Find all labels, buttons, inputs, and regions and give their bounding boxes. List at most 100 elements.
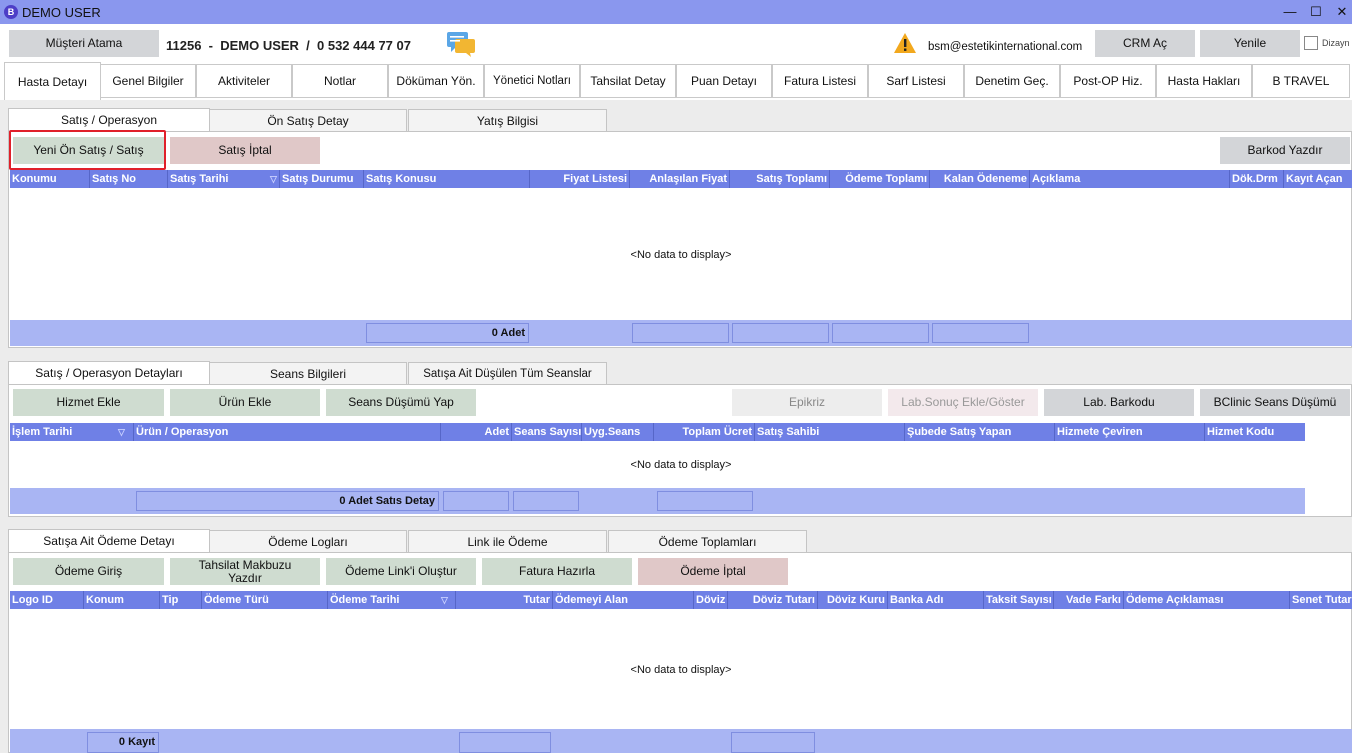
lab-result-button[interactable]: Lab.Sonuç Ekle/Göster xyxy=(888,389,1038,416)
column-header[interactable]: Banka Adı xyxy=(888,591,984,609)
tab-hasta-detayi[interactable]: Hasta Detayı xyxy=(4,62,101,100)
column-header[interactable]: İşlem Tarihi ▽ xyxy=(10,423,134,441)
cancel-sale-button[interactable]: Satış İptal xyxy=(170,137,320,164)
add-service-button[interactable]: Hizmet Ekle xyxy=(13,389,164,416)
column-header-label: Ödeme Tarihi xyxy=(330,594,400,606)
column-header[interactable]: Fiyat Listesi xyxy=(530,170,630,188)
tab-hasta-haklari[interactable]: Hasta Hakları xyxy=(1156,64,1252,98)
tab-dusulen-seanslar[interactable]: Satışa Ait Düşülen Tüm Seanslar xyxy=(408,362,607,385)
add-product-button[interactable]: Ürün Ekle xyxy=(170,389,320,416)
filter-icon[interactable]: ▽ xyxy=(441,591,448,609)
tab-aktiviteler[interactable]: Aktiviteler xyxy=(196,64,292,98)
tab-puan-detayi[interactable]: Puan Detayı xyxy=(676,64,772,98)
maximize-icon[interactable]: ☐ xyxy=(1305,2,1327,22)
column-header[interactable]: Kalan Ödeneme xyxy=(930,170,1030,188)
footer-summary-cell xyxy=(731,732,815,753)
crm-open-button[interactable]: CRM Aç xyxy=(1095,30,1195,57)
column-header[interactable]: Satış Tarihi ▽ xyxy=(168,170,280,188)
lab-barcode-button[interactable]: Lab. Barkodu xyxy=(1044,389,1194,416)
column-header[interactable]: Satış Konusu xyxy=(364,170,530,188)
column-header[interactable]: Vade Farkı xyxy=(1054,591,1124,609)
column-header[interactable]: Ödeme Türü xyxy=(202,591,328,609)
column-header[interactable]: Satış Durumu xyxy=(280,170,364,188)
new-sale-button[interactable]: Yeni Ön Satış / Satış xyxy=(13,137,164,164)
session-deduct-button[interactable]: Seans Düşümü Yap xyxy=(326,389,476,416)
column-header[interactable]: Toplam Ücret xyxy=(654,423,755,441)
column-header[interactable]: Hizmet Kodu xyxy=(1205,423,1305,441)
column-header[interactable]: Logo ID xyxy=(10,591,84,609)
column-header[interactable]: Ödeme Tarihi ▽ xyxy=(328,591,456,609)
column-header[interactable]: Döviz xyxy=(694,591,728,609)
prepare-invoice-button[interactable]: Fatura Hazırla xyxy=(482,558,632,585)
column-header[interactable]: Konumu xyxy=(10,170,90,188)
column-header[interactable]: Satış Toplamı xyxy=(730,170,830,188)
minimize-icon[interactable]: — xyxy=(1279,2,1301,22)
sales-grid-footer: 0 Adet xyxy=(10,320,1352,346)
tab-satis-operasyon-detaylari[interactable]: Satış / Operasyon Detayları xyxy=(8,361,210,385)
column-header[interactable]: Ödeme Açıklaması xyxy=(1124,591,1290,609)
tab-genel-bilgiler[interactable]: Genel Bilgiler xyxy=(100,64,196,98)
tab-yatis-bilgisi[interactable]: Yatış Bilgisi xyxy=(408,109,607,132)
filter-icon[interactable]: ▽ xyxy=(270,170,277,188)
details-grid-header: İşlem Tarihi ▽ Ürün / Operasyon Adet Sean… xyxy=(10,423,1305,441)
tab-satis-operasyon[interactable]: Satış / Operasyon xyxy=(8,108,210,132)
app-logo-icon: B xyxy=(4,5,18,19)
tab-on-satis-detay[interactable]: Ön Satış Detay xyxy=(209,109,407,132)
column-header[interactable]: Satış No xyxy=(90,170,168,188)
column-header[interactable]: Döviz Tutarı xyxy=(728,591,818,609)
column-header[interactable]: Anlaşılan Fiyat xyxy=(630,170,730,188)
create-payment-link-button[interactable]: Ödeme Link'i Oluştur xyxy=(326,558,476,585)
column-header[interactable]: Şubede Satış Yapan xyxy=(905,423,1055,441)
tab-fatura-listesi[interactable]: Fatura Listesi xyxy=(772,64,868,98)
column-header[interactable]: Ürün / Operasyon xyxy=(134,423,441,441)
column-header[interactable]: Kayıt Açan xyxy=(1284,170,1352,188)
column-header[interactable]: Uyg.Seans xyxy=(582,423,654,441)
cancel-payment-button[interactable]: Ödeme İptal xyxy=(638,558,788,585)
column-header[interactable]: Dök.Drm xyxy=(1230,170,1284,188)
epikriz-button[interactable]: Epikriz xyxy=(732,389,882,416)
payments-grid-footer: 0 Kayıt xyxy=(10,729,1352,753)
filter-icon[interactable]: ▽ xyxy=(118,423,125,441)
print-receipt-button[interactable]: Tahsilat Makbuzu Yazdır xyxy=(170,558,320,585)
tab-dokuman-yon[interactable]: Döküman Yön. xyxy=(388,64,484,98)
column-header[interactable]: Seans Sayısı xyxy=(512,423,582,441)
column-header[interactable]: Açıklama xyxy=(1030,170,1230,188)
column-header[interactable]: Konum xyxy=(84,591,160,609)
column-header[interactable]: Satış Sahibi xyxy=(755,423,905,441)
warning-icon[interactable] xyxy=(893,32,917,54)
patient-info: 11256 - DEMO USER / 0 532 444 77 07 xyxy=(166,38,411,53)
tab-notlar[interactable]: Notlar xyxy=(292,64,388,98)
tab-link-ile-odeme[interactable]: Link ile Ödeme xyxy=(408,530,607,553)
tab-seans-bilgileri[interactable]: Seans Bilgileri xyxy=(209,362,407,385)
tab-sarf-listesi[interactable]: Sarf Listesi xyxy=(868,64,964,98)
refresh-button[interactable]: Yenile xyxy=(1200,30,1300,57)
tab-odeme-loglari[interactable]: Ödeme Logları xyxy=(209,530,407,553)
print-barcode-button[interactable]: Barkod Yazdır xyxy=(1220,137,1350,164)
details-grid-footer: 0 Adet Satıs Detay xyxy=(10,488,1305,514)
column-header[interactable]: Adet xyxy=(441,423,512,441)
payment-entry-button[interactable]: Ödeme Giriş xyxy=(13,558,164,585)
assign-customer-button[interactable]: Müşteri Atama xyxy=(9,30,159,57)
column-header[interactable]: Ödeme Toplamı xyxy=(830,170,930,188)
close-icon[interactable]: ✕ xyxy=(1331,2,1352,22)
tab-denetim-gec[interactable]: Denetim Geç. xyxy=(964,64,1060,98)
column-header[interactable]: Ödemeyi Alan xyxy=(553,591,694,609)
column-header[interactable]: Döviz Kuru xyxy=(818,591,888,609)
column-header-label: Satış Tarihi xyxy=(170,173,229,185)
column-header[interactable]: Tip xyxy=(160,591,202,609)
empty-message: <No data to display> xyxy=(630,664,732,676)
chat-icon[interactable] xyxy=(446,31,476,57)
sales-count: 0 Adet xyxy=(366,323,529,343)
design-checkbox[interactable] xyxy=(1304,36,1318,50)
column-header[interactable]: Taksit Sayısı xyxy=(984,591,1054,609)
tab-odeme-detayi[interactable]: Satışa Ait Ödeme Detayı xyxy=(8,529,210,553)
column-header[interactable]: Tutar xyxy=(456,591,553,609)
column-header[interactable]: Hizmete Çeviren xyxy=(1055,423,1205,441)
tab-yonetici-notlari[interactable]: Yönetici Notları xyxy=(484,64,580,98)
column-header[interactable]: Senet Tutarı xyxy=(1290,591,1352,609)
tab-odeme-toplamlari[interactable]: Ödeme Toplamları xyxy=(608,530,807,553)
bclinic-session-button[interactable]: BClinic Seans Düşümü xyxy=(1200,389,1350,416)
tab-post-op-hiz[interactable]: Post-OP Hiz. xyxy=(1060,64,1156,98)
tab-tahsilat-detay[interactable]: Tahsilat Detay xyxy=(580,64,676,98)
tab-b-travel[interactable]: B TRAVEL xyxy=(1252,64,1350,98)
